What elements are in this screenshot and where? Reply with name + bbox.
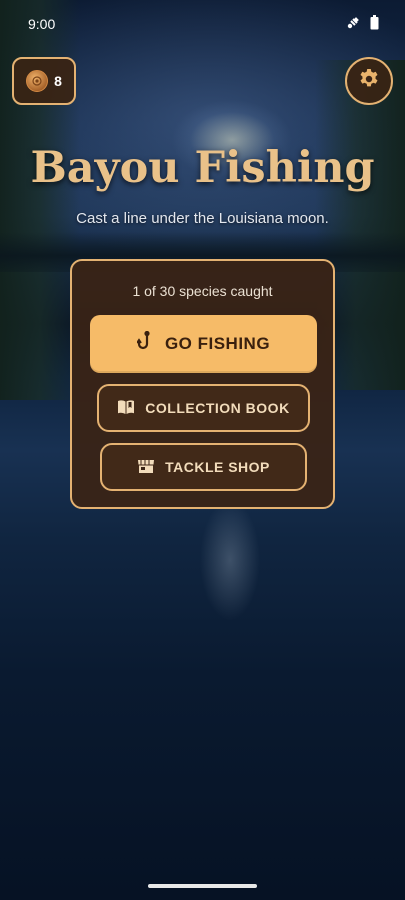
- book-icon: [117, 399, 135, 418]
- status-time: 9:00: [28, 16, 56, 32]
- main-menu-card: 1 of 30 species caught GO FISHING COLLEC…: [70, 259, 335, 509]
- signal-icon: [346, 16, 360, 30]
- fishhook-icon: [136, 330, 155, 358]
- tackle-shop-button[interactable]: TACKLE SHOP: [100, 443, 307, 491]
- gear-icon: [357, 67, 381, 96]
- battery-icon: [370, 15, 379, 30]
- go-fishing-label: GO FISHING: [164, 334, 271, 353]
- collection-book-label: COLLECTION BOOK: [145, 400, 290, 416]
- coin-counter[interactable]: 8: [12, 57, 76, 105]
- page-title: Bayou Fishing: [30, 143, 375, 193]
- settings-button[interactable]: [345, 57, 393, 105]
- go-fishing-button[interactable]: GO FISHING: [90, 315, 317, 373]
- shop-icon: [137, 458, 155, 477]
- page-subtitle: Cast a line under the Louisiana moon.: [76, 210, 329, 227]
- tackle-shop-label: TACKLE SHOP: [165, 459, 270, 475]
- coin-count: 8: [54, 73, 62, 89]
- collection-book-button[interactable]: COLLECTION BOOK: [97, 384, 310, 432]
- moon-reflection: [200, 500, 260, 620]
- coin-icon: [26, 70, 49, 92]
- status-icons: [346, 15, 379, 30]
- species-progress: 1 of 30 species caught: [132, 283, 273, 299]
- home-indicator[interactable]: [148, 884, 257, 888]
